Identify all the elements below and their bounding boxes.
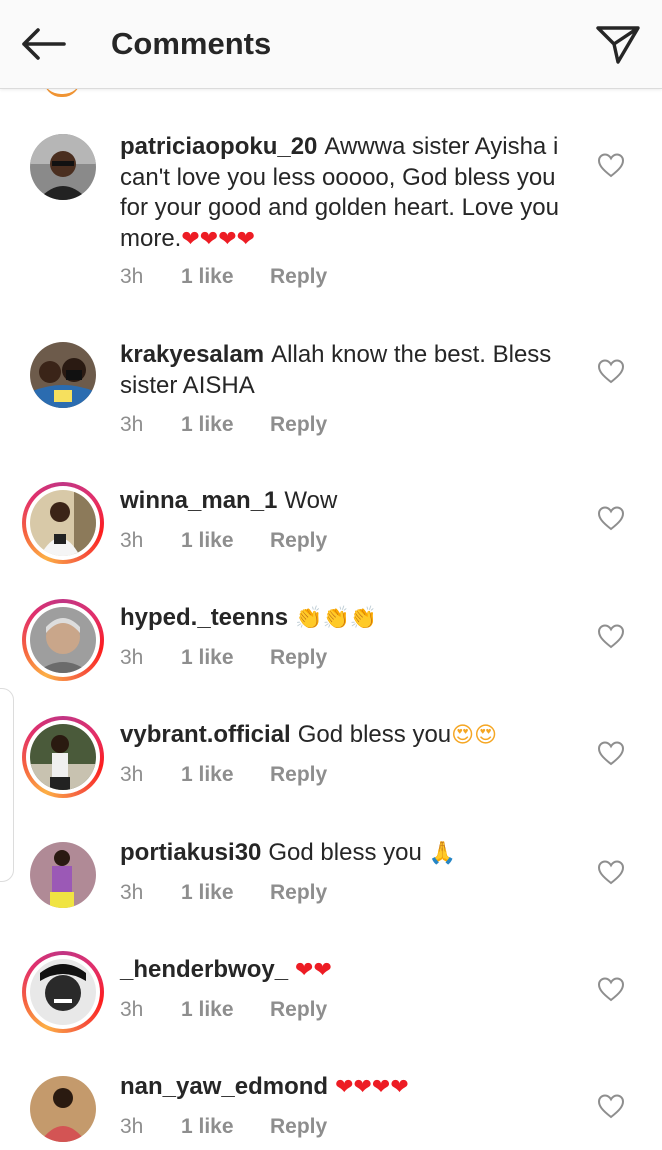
comment-likes[interactable]: 1 like [181,413,234,437]
comment-time: 3h [120,1115,144,1138]
comment-likes[interactable]: 1 like [181,763,234,787]
comment-username[interactable]: _henderbwoy_ [120,956,288,983]
comment-text: krakyesalam Allah know the best. Bless si… [120,340,578,401]
comment-likes[interactable]: 1 like [181,998,234,1022]
comment-text: patriciaopoku_20 Awwwa sister Ayisha i ca… [120,132,578,255]
comment-time: 3h [120,529,144,552]
heart-outline-icon [597,741,625,766]
comment-time: 3h [120,998,144,1021]
like-comment-button[interactable] [596,738,626,768]
avatar[interactable] [22,340,104,422]
like-comment-button[interactable] [596,150,626,180]
comment-username[interactable]: portiakusi30 [120,839,261,866]
heart-emoji: ❤❤❤❤ [335,1075,409,1100]
top-bar: Comments [0,0,662,89]
avatar[interactable] [22,951,104,1033]
comment-username[interactable]: nan_yaw_edmond [120,1073,328,1100]
comment-time: 3h [120,881,144,904]
comment-time: 3h [120,763,144,786]
reply-button[interactable]: Reply [270,881,327,905]
heart-outline-icon [597,506,625,531]
avatar[interactable] [22,834,104,916]
heart-outline-icon [597,860,625,885]
reply-button[interactable]: Reply [270,529,327,553]
avatar[interactable] [22,599,104,681]
heart-emoji: ❤❤❤❤ [181,226,256,252]
comment-username[interactable]: winna_man_1 [120,487,277,514]
comment-text: nan_yaw_edmond ❤❤❤❤ [120,1072,578,1104]
paper-plane-icon [596,26,640,64]
like-comment-button[interactable] [596,857,626,887]
heart-outline-icon [597,1094,625,1119]
heart-emoji: ❤❤ [295,958,332,983]
comment-time: 3h [120,413,144,436]
comment-time: 3h [120,646,144,669]
comment-likes[interactable]: 1 like [181,1115,234,1139]
comment-text: portiakusi30 God bless you 🙏 [120,838,578,870]
like-comment-button[interactable] [596,356,626,386]
comment-likes[interactable]: 1 like [181,265,234,289]
page-title: Comments [111,26,272,61]
avatar[interactable] [22,716,104,798]
reply-button[interactable]: Reply [270,265,327,289]
heart-outline-icon [597,153,625,178]
comment-username[interactable]: patriciaopoku_20 [120,133,317,160]
edge-panel-handle[interactable] [0,688,14,882]
reply-button[interactable]: Reply [270,646,327,670]
comment-body: God bless you [268,839,422,866]
heart-outline-icon [597,977,625,1002]
clap-emoji: 👏👏👏 [295,606,378,631]
like-comment-button[interactable] [596,503,626,533]
avatar[interactable] [22,132,104,214]
comment-username[interactable]: krakyesalam [120,341,264,368]
like-comment-button[interactable] [596,621,626,651]
comment-body: God bless you [297,721,452,748]
direct-message-button[interactable] [594,22,642,66]
like-comment-button[interactable] [596,974,626,1004]
reply-button[interactable]: Reply [270,998,327,1022]
heart-outline-icon [597,624,625,649]
heart-eyes-emoji: 😍😍 [451,723,498,748]
comment-text: _henderbwoy_ ❤❤ [120,955,578,987]
reply-button[interactable]: Reply [270,763,327,787]
comment-username[interactable]: hyped._teenns [120,604,288,631]
comment-username[interactable]: vybrant.official [120,721,291,748]
comment-text: vybrant.official God bless you😍😍 [120,720,578,752]
reply-button[interactable]: Reply [270,413,327,437]
avatar[interactable] [22,1068,104,1150]
praying-hands-emoji: 🙏 [428,841,456,866]
reply-button[interactable]: Reply [270,1115,327,1139]
arrow-left-icon [22,28,66,60]
comment-likes[interactable]: 1 like [181,529,234,553]
avatar[interactable] [22,482,104,564]
comment-body: Wow [284,487,338,514]
comment-time: 3h [120,265,144,288]
comment-likes[interactable]: 1 like [181,881,234,905]
back-button[interactable] [18,24,68,64]
comment-text: winna_man_1 Wow [120,486,578,517]
comment-text: hyped._teenns 👏👏👏 [120,603,578,635]
comment-likes[interactable]: 1 like [181,646,234,670]
like-comment-button[interactable] [596,1091,626,1121]
heart-outline-icon [597,359,625,384]
